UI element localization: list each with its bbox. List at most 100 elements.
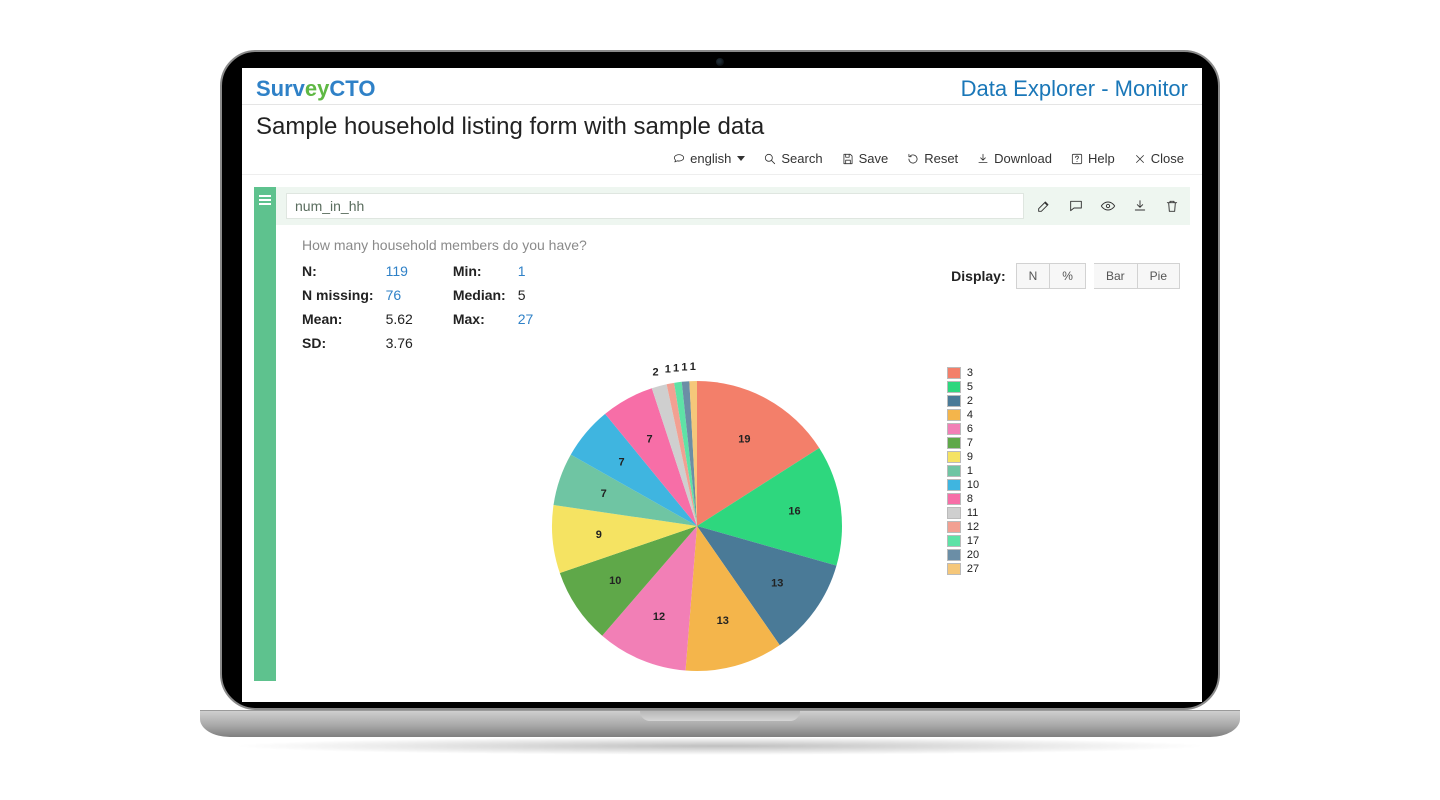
legend-swatch [947,479,961,491]
legend-label: 6 [967,423,973,435]
pie-slice-label: 9 [596,529,602,541]
language-dropdown[interactable]: english [672,151,745,166]
close-button[interactable]: Close [1133,151,1184,166]
brand-part-3: CTO [329,76,375,102]
legend-row[interactable]: 10 [947,479,979,491]
stat-mean-label: Mean: [302,311,374,327]
app-title: Data Explorer - Monitor [961,76,1188,102]
legend-swatch [947,563,961,575]
legend-label: 12 [967,521,979,533]
legend-row[interactable]: 7 [947,437,979,449]
edit-icon[interactable] [1036,198,1052,214]
laptop-camera [716,58,724,66]
legend-row[interactable]: 1 [947,465,979,477]
variable-question-label: How many household members do you have? [276,225,1190,263]
save-button[interactable]: Save [841,151,889,166]
legend-row[interactable]: 8 [947,493,979,505]
laptop-shadow [230,737,1210,755]
pie-slice-label: 12 [653,611,665,623]
app-header: SurveyCTO Data Explorer - Monitor [242,68,1202,105]
display-pct-button[interactable]: % [1050,263,1086,289]
legend-row[interactable]: 9 [947,451,979,463]
save-label: Save [859,151,889,166]
stat-n-label: N: [302,263,374,279]
page-title: Sample household listing form with sampl… [242,105,1202,147]
search-label: Search [781,151,822,166]
legend-swatch [947,409,961,421]
chat-icon [672,152,686,166]
search-button[interactable]: Search [763,151,822,166]
stat-n-value[interactable]: 119 [386,263,413,279]
stats-row: N: 119 N missing: 76 Mean: 5.62 SD: 3.76… [276,263,1190,351]
legend-label: 11 [967,507,978,519]
legend-row[interactable]: 20 [947,549,979,561]
close-label: Close [1151,151,1184,166]
display-pie-button[interactable]: Pie [1138,263,1180,289]
pie-slice-label: 7 [618,457,624,469]
stat-max-label: Max: [453,311,506,327]
pie-slice-label: 2 [652,367,658,379]
legend-row[interactable]: 17 [947,535,979,547]
legend-swatch [947,549,961,561]
legend-label: 3 [967,367,973,379]
display-n-button[interactable]: N [1016,263,1051,289]
legend-row[interactable]: 4 [947,409,979,421]
legend-label: 20 [967,549,979,561]
stat-max-value[interactable]: 27 [518,311,534,327]
stats-col-2: Min: 1 Median: 5 Max: 27 [453,263,533,327]
variable-actions [1036,198,1180,214]
stats-col-1: N: 119 N missing: 76 Mean: 5.62 SD: 3.76 [302,263,413,351]
download-button[interactable]: Download [976,151,1052,166]
brand-part-1: Surv [256,76,305,102]
legend-row[interactable]: 12 [947,521,979,533]
download-label: Download [994,151,1052,166]
chevron-down-icon [737,156,745,161]
variable-body: How many household members do you have? … [276,187,1190,681]
legend-label: 27 [967,563,979,575]
pie-slice-label: 7 [601,488,607,500]
reset-button[interactable]: Reset [906,151,958,166]
pie-slice-label: 1 [673,362,679,374]
stat-sd-value: 3.76 [386,335,413,351]
help-icon [1070,152,1084,166]
pie-chart: 191613131210977721111 [487,361,907,681]
legend-row[interactable]: 3 [947,367,979,379]
legend-label: 7 [967,437,973,449]
reset-label: Reset [924,151,958,166]
pie-slice-label: 16 [788,506,800,518]
export-icon[interactable] [1132,198,1148,214]
legend-row[interactable]: 27 [947,563,979,575]
laptop-bezel: SurveyCTO Data Explorer - Monitor Sample… [220,50,1220,710]
variable-drag-handle[interactable] [254,187,276,681]
stat-nmiss-value[interactable]: 76 [386,287,413,303]
variable-name-input[interactable] [286,193,1024,219]
legend-label: 10 [967,479,979,491]
variable-panel: How many household members do you have? … [254,187,1190,681]
stat-nmiss-label: N missing: [302,287,374,303]
search-icon [763,152,777,166]
visibility-icon[interactable] [1100,198,1116,214]
legend-row[interactable]: 6 [947,423,979,435]
trash-icon[interactable] [1164,198,1180,214]
help-button[interactable]: Help [1070,151,1115,166]
brand-part-2: ey [305,76,329,102]
legend-swatch [947,395,961,407]
legend-row[interactable]: 5 [947,381,979,393]
pie-slice-label: 13 [716,615,728,627]
display-label: Display: [951,268,1005,284]
legend-swatch [947,507,961,519]
legend-swatch [947,465,961,477]
comment-icon[interactable] [1068,198,1084,214]
stat-min-value[interactable]: 1 [518,263,534,279]
save-icon [841,152,855,166]
legend-label: 9 [967,451,973,463]
legend-label: 8 [967,493,973,505]
stat-sd-label: SD: [302,335,374,351]
pie-slice-label: 19 [738,434,750,446]
display-bar-button[interactable]: Bar [1094,263,1138,289]
legend-swatch [947,493,961,505]
display-segmented-control: N% BarPie [1016,263,1180,289]
legend-row[interactable]: 2 [947,395,979,407]
legend-row[interactable]: 11 [947,507,979,519]
legend-swatch [947,451,961,463]
